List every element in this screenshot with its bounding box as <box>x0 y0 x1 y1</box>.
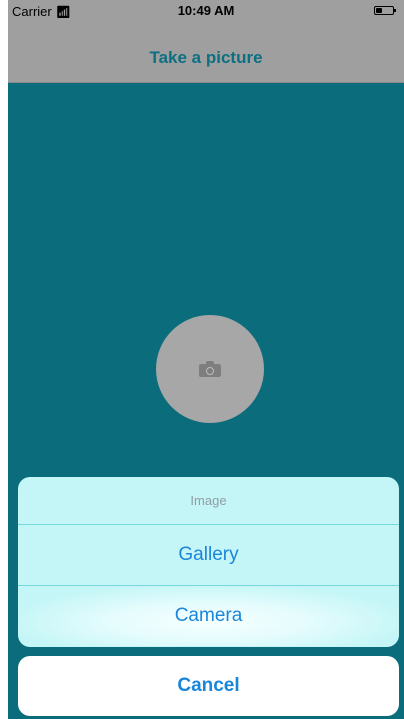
action-sheet-title: Image <box>190 493 227 508</box>
cancel-button[interactable]: Cancel <box>18 656 399 716</box>
app-screen: Carrier 📶︎ 10:49 AM Take a picture Image … <box>8 0 404 719</box>
battery-level <box>376 8 382 13</box>
take-photo-button[interactable] <box>156 315 264 423</box>
battery-icon <box>374 6 396 15</box>
navigation-bar: Take a picture <box>8 22 404 83</box>
page-title: Take a picture <box>149 48 263 67</box>
camera-icon-lens <box>206 367 214 375</box>
camera-icon <box>199 361 221 377</box>
gallery-option[interactable]: Gallery <box>18 525 399 585</box>
status-bar: Carrier 📶︎ 10:49 AM <box>8 0 404 22</box>
battery-nub <box>394 9 396 12</box>
action-sheet: Image Gallery Camera <box>18 477 399 647</box>
camera-option[interactable]: Camera <box>18 586 399 646</box>
clock: 10:49 AM <box>177 3 235 18</box>
